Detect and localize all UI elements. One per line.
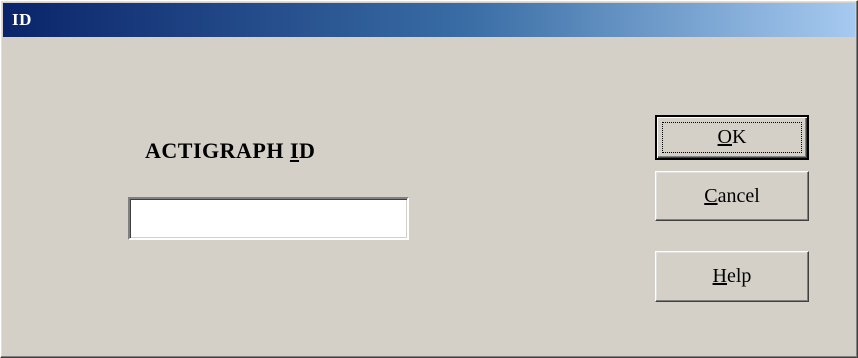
cancel-label-rest: ancel (717, 184, 760, 207)
help-mnemonic: H (712, 265, 727, 287)
label-prefix: ACTIGRAPH (145, 138, 290, 163)
help-button[interactable]: Help (655, 251, 809, 302)
focus-rectangle (662, 122, 802, 153)
label-suffix: D (299, 138, 316, 163)
ok-button[interactable]: OK (655, 115, 809, 160)
label-mnemonic: I (289, 138, 300, 163)
id-dialog: ID ACTIGRAPH ID OK Cancel Help (0, 0, 858, 358)
cancel-mnemonic: C (704, 184, 718, 207)
window-title: ID (12, 10, 32, 29)
actigraph-id-input[interactable] (128, 197, 409, 240)
title-bar[interactable]: ID (3, 3, 855, 37)
actigraph-id-label: ACTIGRAPH ID (145, 138, 315, 164)
cancel-button[interactable]: Cancel (655, 171, 809, 221)
help-label-rest: elp (727, 265, 752, 287)
